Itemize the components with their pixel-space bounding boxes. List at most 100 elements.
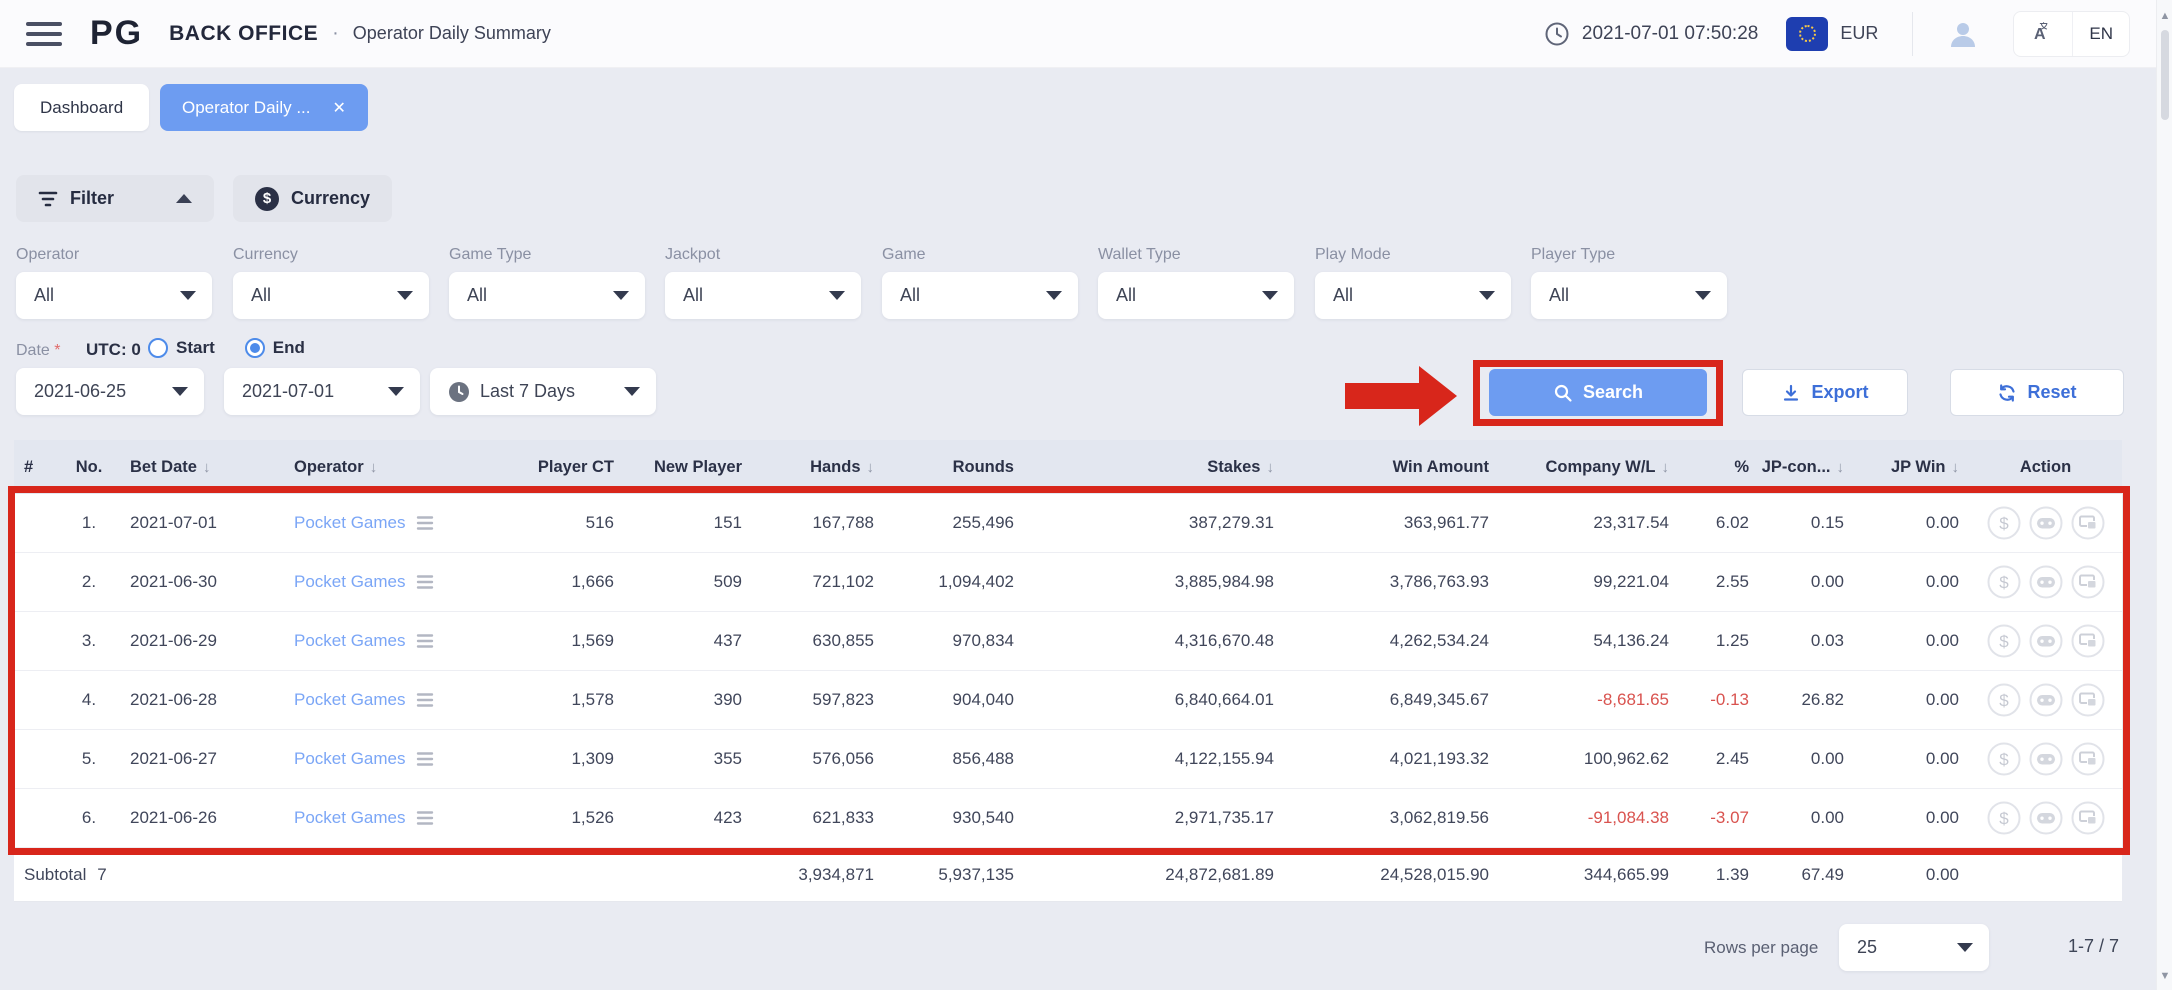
date-preset-select[interactable]: Last 7 Days (430, 368, 656, 415)
language-switcher[interactable]: A EN (2013, 10, 2130, 57)
column-header-bet-date[interactable]: Bet Date ↓ (120, 440, 284, 494)
column-header-operator[interactable]: Operator ↓ (284, 440, 524, 494)
filter-select-game[interactable]: All (882, 272, 1078, 319)
date-radio-group: Start End (148, 338, 305, 358)
column-header-stakes[interactable]: Stakes ↓ (1024, 440, 1284, 494)
sort-descending-icon[interactable]: ↓ (1662, 459, 1670, 476)
devices-action-button[interactable] (2071, 624, 2105, 658)
devices-action-button[interactable] (2071, 801, 2105, 835)
cell-jp-win: 0.00 (1854, 494, 1969, 552)
scrollbar-thumb[interactable] (2161, 30, 2169, 120)
column-label: Win Amount (1392, 457, 1489, 476)
filter-select-game-type[interactable]: All (449, 272, 645, 319)
cell-jp-win: 0.00 (1854, 789, 1969, 847)
vertical-scrollbar[interactable]: ▲ ▼ (2156, 0, 2172, 990)
column-header-hands[interactable]: Hands ↓ (752, 440, 884, 494)
row-menu-icon[interactable] (416, 574, 436, 590)
filter-toggle-button[interactable]: Filter (16, 175, 214, 222)
radio-start[interactable]: Start (148, 338, 215, 358)
operator-link[interactable]: Pocket Games (294, 572, 406, 592)
eu-flag-icon[interactable] (1786, 16, 1829, 51)
dollar-action-button[interactable]: $ (1987, 742, 2021, 776)
operator-link[interactable]: Pocket Games (294, 690, 406, 710)
filter-select-wallet-type[interactable]: All (1098, 272, 1294, 319)
dollar-action-button[interactable]: $ (1987, 565, 2021, 599)
subtotal-label-cell: Subtotal (14, 848, 86, 901)
currency-code[interactable]: EUR (1840, 23, 1878, 44)
operator-link[interactable]: Pocket Games (294, 513, 406, 533)
row-menu-icon[interactable] (416, 515, 436, 531)
operator-link[interactable]: Pocket Games (294, 631, 406, 651)
tab-operator-daily-summary[interactable]: Operator Daily ... ✕ (160, 84, 368, 131)
filter-select-operator[interactable]: All (16, 272, 212, 319)
row-menu-icon[interactable] (416, 633, 436, 649)
sort-descending-icon[interactable]: ↓ (867, 459, 875, 476)
chevron-down-icon (397, 291, 413, 300)
cell-action: $ (1969, 671, 2122, 729)
language-code[interactable]: EN (2072, 11, 2129, 56)
cell-value: 255,496 (952, 513, 1014, 532)
close-icon[interactable]: ✕ (333, 98, 346, 118)
operator-link[interactable]: Pocket Games (294, 808, 406, 828)
row-menu-icon[interactable] (416, 692, 436, 708)
filter-select-jackpot[interactable]: All (665, 272, 861, 319)
export-button[interactable]: Export (1742, 369, 1908, 416)
rows-per-page-label: Rows per page (1704, 938, 1819, 957)
rows-per-page-select[interactable]: 25 (1839, 924, 1989, 971)
row-menu-icon[interactable] (416, 751, 436, 767)
search-button[interactable]: Search (1489, 369, 1707, 416)
devices-action-button[interactable] (2071, 565, 2105, 599)
gamepad-action-button[interactable] (2029, 683, 2063, 717)
scroll-up-icon[interactable]: ▲ (2157, 10, 2172, 22)
devices-action-button[interactable] (2071, 506, 2105, 540)
column-header-jp-win[interactable]: JP Win ↓ (1854, 440, 1969, 494)
dollar-action-button[interactable]: $ (1987, 801, 2021, 835)
dollar-action-button[interactable]: $ (1987, 624, 2021, 658)
gamepad-action-button[interactable] (2029, 624, 2063, 658)
column-header-jp-con[interactable]: JP-con... ↓ (1759, 440, 1854, 494)
sort-descending-icon[interactable]: ↓ (1837, 459, 1845, 476)
subtotal-cell-company-wl: 344,665.99 (1499, 848, 1679, 901)
dollar-action-button[interactable]: $ (1987, 506, 2021, 540)
start-date-select[interactable]: 2021-06-25 (16, 368, 204, 415)
operator-link[interactable]: Pocket Games (294, 749, 406, 769)
cell-value: -91,084.38 (1587, 808, 1669, 827)
reset-button[interactable]: Reset (1950, 369, 2124, 416)
filter-select-player-type[interactable]: All (1531, 272, 1727, 319)
chevron-down-icon (1262, 291, 1278, 300)
gamepad-action-button[interactable] (2029, 565, 2063, 599)
gamepad-action-button[interactable] (2029, 506, 2063, 540)
sort-descending-icon[interactable]: ↓ (203, 459, 211, 476)
sort-descending-icon[interactable]: ↓ (1952, 459, 1960, 476)
subtotal-value: 344,665.99 (1583, 864, 1669, 884)
tab-dashboard[interactable]: Dashboard (14, 84, 150, 131)
sort-descending-icon[interactable]: ↓ (1267, 459, 1275, 476)
column-header-company-w-l[interactable]: Company W/L ↓ (1499, 440, 1679, 494)
hamburger-menu-icon[interactable] (26, 21, 62, 46)
row-menu-icon[interactable] (416, 810, 436, 826)
filter-select-currency[interactable]: All (233, 272, 429, 319)
end-date-select[interactable]: 2021-07-01 (224, 368, 420, 415)
filter-select-play-mode[interactable]: All (1315, 272, 1511, 319)
currency-toggle-button[interactable]: $ Currency (233, 175, 393, 222)
devices-action-button[interactable] (2071, 683, 2105, 717)
cell-stakes: 4,122,155.94 (1024, 730, 1284, 788)
dollar-action-button[interactable]: $ (1987, 683, 2021, 717)
scroll-down-icon[interactable]: ▼ (2157, 970, 2172, 982)
radio-end[interactable]: End (244, 338, 305, 358)
select-value: All (683, 285, 704, 305)
gamepad-action-button[interactable] (2029, 742, 2063, 776)
cell-value: 4. (81, 690, 97, 709)
translate-icon[interactable]: A (2014, 12, 2072, 56)
devices-action-button[interactable] (2071, 742, 2105, 776)
date-label: Date * (16, 342, 61, 359)
sort-descending-icon[interactable]: ↓ (370, 459, 378, 476)
cell-operator: Pocket Games (284, 789, 524, 847)
user-icon[interactable] (1947, 18, 1979, 50)
column-label: Hands (810, 457, 861, 476)
gamepad-action-button[interactable] (2029, 801, 2063, 835)
refresh-icon (1997, 383, 2017, 403)
chevron-down-icon (180, 291, 196, 300)
table-row: 5. 2021-06-27 Pocket Games 1,309 355 576,056 8… (14, 730, 2122, 789)
cell-value: -3.07 (1710, 808, 1749, 827)
